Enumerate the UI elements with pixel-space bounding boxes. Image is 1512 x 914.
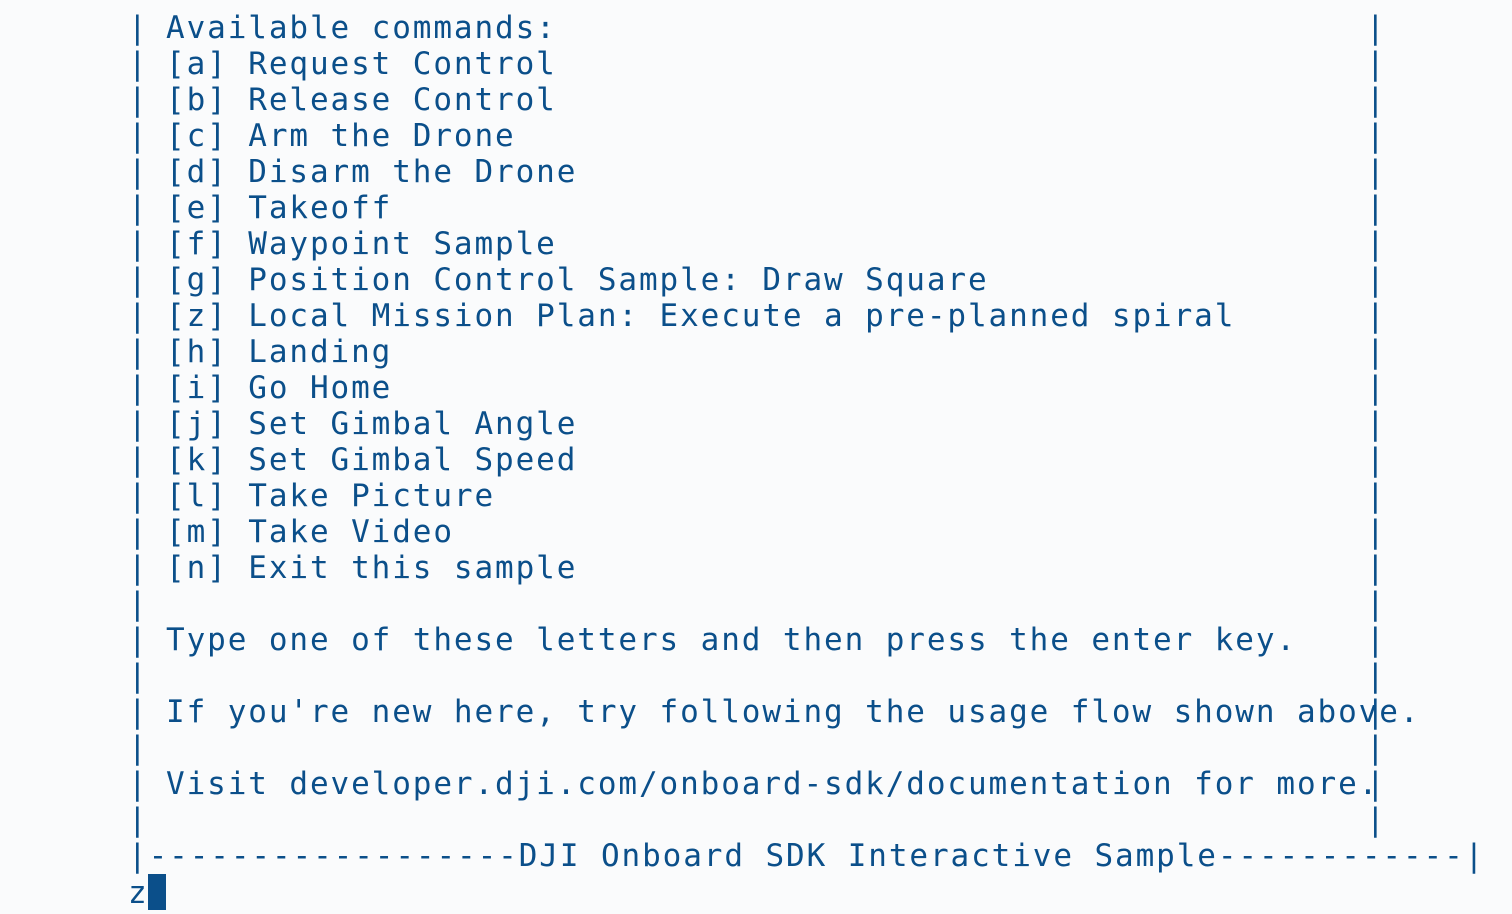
right-border: | xyxy=(1366,10,1387,46)
menu-line-text: [i] Go Home xyxy=(166,370,393,406)
menu-line-text: [n] Exit this sample xyxy=(166,550,578,586)
left-border: | xyxy=(128,694,149,730)
left-border: | xyxy=(128,658,149,694)
menu-line-text: Visit developer.dji.com/onboard-sdk/docu… xyxy=(166,766,1380,802)
right-border: | xyxy=(1366,154,1387,190)
right-border: | xyxy=(1366,442,1387,478)
left-border: | xyxy=(128,82,149,118)
right-border: | xyxy=(1366,802,1387,838)
right-border: | xyxy=(1366,550,1387,586)
menu-line-text: [j] Set Gimbal Angle xyxy=(166,406,578,442)
right-border: | xyxy=(1366,766,1387,802)
left-border: | xyxy=(128,766,149,802)
right-border: | xyxy=(1366,334,1387,370)
right-border: | xyxy=(1366,622,1387,658)
menu-line-text: Type one of these letters and then press… xyxy=(166,622,1297,658)
menu-line-text: [e] Takeoff xyxy=(166,190,393,226)
text-cursor xyxy=(147,874,166,910)
left-border: | xyxy=(128,406,149,442)
right-border: | xyxy=(1366,694,1387,730)
terminal-window[interactable]: | Available commands: | | [a] Request Contro… xyxy=(0,0,1512,914)
right-border: | xyxy=(1366,262,1387,298)
right-border: | xyxy=(1366,658,1387,694)
menu-line-text: [l] Take Picture xyxy=(166,478,496,514)
menu-line-text: [m] Take Video xyxy=(166,514,454,550)
left-border: | xyxy=(128,46,149,82)
left-border: | xyxy=(128,442,149,478)
right-border: | xyxy=(1366,190,1387,226)
right-border: | xyxy=(1366,730,1387,766)
menu-line-text: [k] Set Gimbal Speed xyxy=(166,442,578,478)
left-border: | xyxy=(128,802,149,838)
input-prompt[interactable]: z xyxy=(128,874,166,912)
right-border: | xyxy=(1366,370,1387,406)
menu-line-text: [g] Position Control Sample: Draw Square xyxy=(166,262,989,298)
right-border: | xyxy=(1366,406,1387,442)
left-border: | xyxy=(128,298,149,334)
right-border: | xyxy=(1366,226,1387,262)
left-border: | xyxy=(128,370,149,406)
left-border: | xyxy=(128,226,149,262)
right-border: | xyxy=(1366,118,1387,154)
left-border: | xyxy=(128,154,149,190)
right-border: | xyxy=(1366,478,1387,514)
right-border: | xyxy=(1366,298,1387,334)
input-value: z xyxy=(128,875,147,911)
right-border: | xyxy=(1366,46,1387,82)
menu-footer-title: |------------------DJI Onboard SDK Inter… xyxy=(128,838,1486,874)
right-border: | xyxy=(1366,586,1387,622)
left-border: | xyxy=(128,550,149,586)
left-border: | xyxy=(128,478,149,514)
menu-line-text: [b] Release Control xyxy=(166,82,557,118)
right-border: | xyxy=(1366,514,1387,550)
left-border: | xyxy=(128,730,149,766)
menu-line-text: [d] Disarm the Drone xyxy=(166,154,578,190)
left-border: | xyxy=(128,190,149,226)
right-border: | xyxy=(1366,82,1387,118)
left-border: | xyxy=(128,622,149,658)
left-border: | xyxy=(128,586,149,622)
left-border: | xyxy=(128,262,149,298)
left-border: | xyxy=(128,10,149,46)
menu-line-text: If you're new here, try following the us… xyxy=(166,694,1421,730)
left-border: | xyxy=(128,514,149,550)
menu-line-text: Available commands: xyxy=(166,10,557,46)
menu-line-text: [z] Local Mission Plan: Execute a pre-pl… xyxy=(166,298,1236,334)
left-border: | xyxy=(128,118,149,154)
menu-line-text: [h] Landing xyxy=(166,334,393,370)
menu-line-text: [f] Waypoint Sample xyxy=(166,226,557,262)
menu-line-text: [a] Request Control xyxy=(166,46,557,82)
left-border: | xyxy=(128,334,149,370)
menu-line-text: [c] Arm the Drone xyxy=(166,118,516,154)
